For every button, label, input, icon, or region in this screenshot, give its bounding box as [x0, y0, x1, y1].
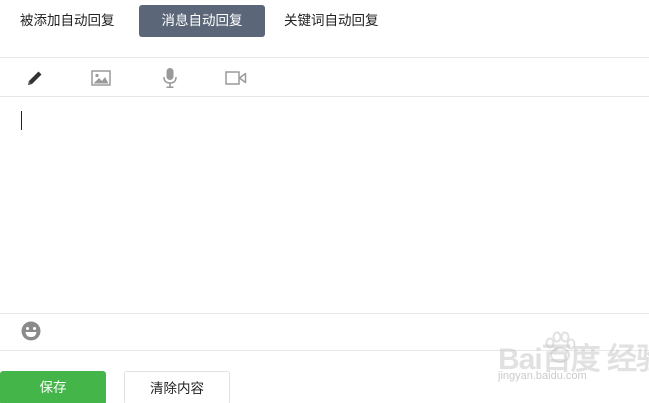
- watermark-url: jingyan.baidu.com: [498, 370, 587, 382]
- video-icon: [225, 71, 247, 85]
- tab-added-auto-reply[interactable]: 被添加自动回复: [20, 5, 115, 37]
- emoji-button[interactable]: [20, 320, 42, 342]
- smiley-icon: [21, 321, 41, 341]
- image-tool-button[interactable]: [90, 67, 112, 89]
- tab-keyword-auto-reply[interactable]: 关键词自动回复: [284, 5, 379, 37]
- auto-reply-page: 被添加自动回复 消息自动回复 关键词自动回复 保存 清除内容 Bai百度 经验 …: [0, 0, 649, 403]
- pencil-icon: [28, 71, 42, 85]
- image-icon: [91, 70, 111, 86]
- divider: [0, 350, 649, 351]
- clear-content-button[interactable]: 清除内容: [124, 371, 230, 403]
- text-caret: [21, 111, 22, 130]
- microphone-icon: [163, 68, 177, 88]
- save-button[interactable]: 保存: [0, 371, 106, 403]
- emoji-bar: [0, 314, 649, 350]
- tab-message-auto-reply[interactable]: 消息自动回复: [139, 5, 265, 37]
- reply-content-input[interactable]: [0, 97, 649, 313]
- reply-type-tabs: 被添加自动回复 消息自动回复 关键词自动回复: [0, 0, 649, 44]
- editor-toolbar: [0, 58, 649, 96]
- video-tool-button[interactable]: [225, 67, 247, 89]
- text-tool-button[interactable]: [24, 67, 46, 89]
- voice-tool-button[interactable]: [159, 67, 181, 89]
